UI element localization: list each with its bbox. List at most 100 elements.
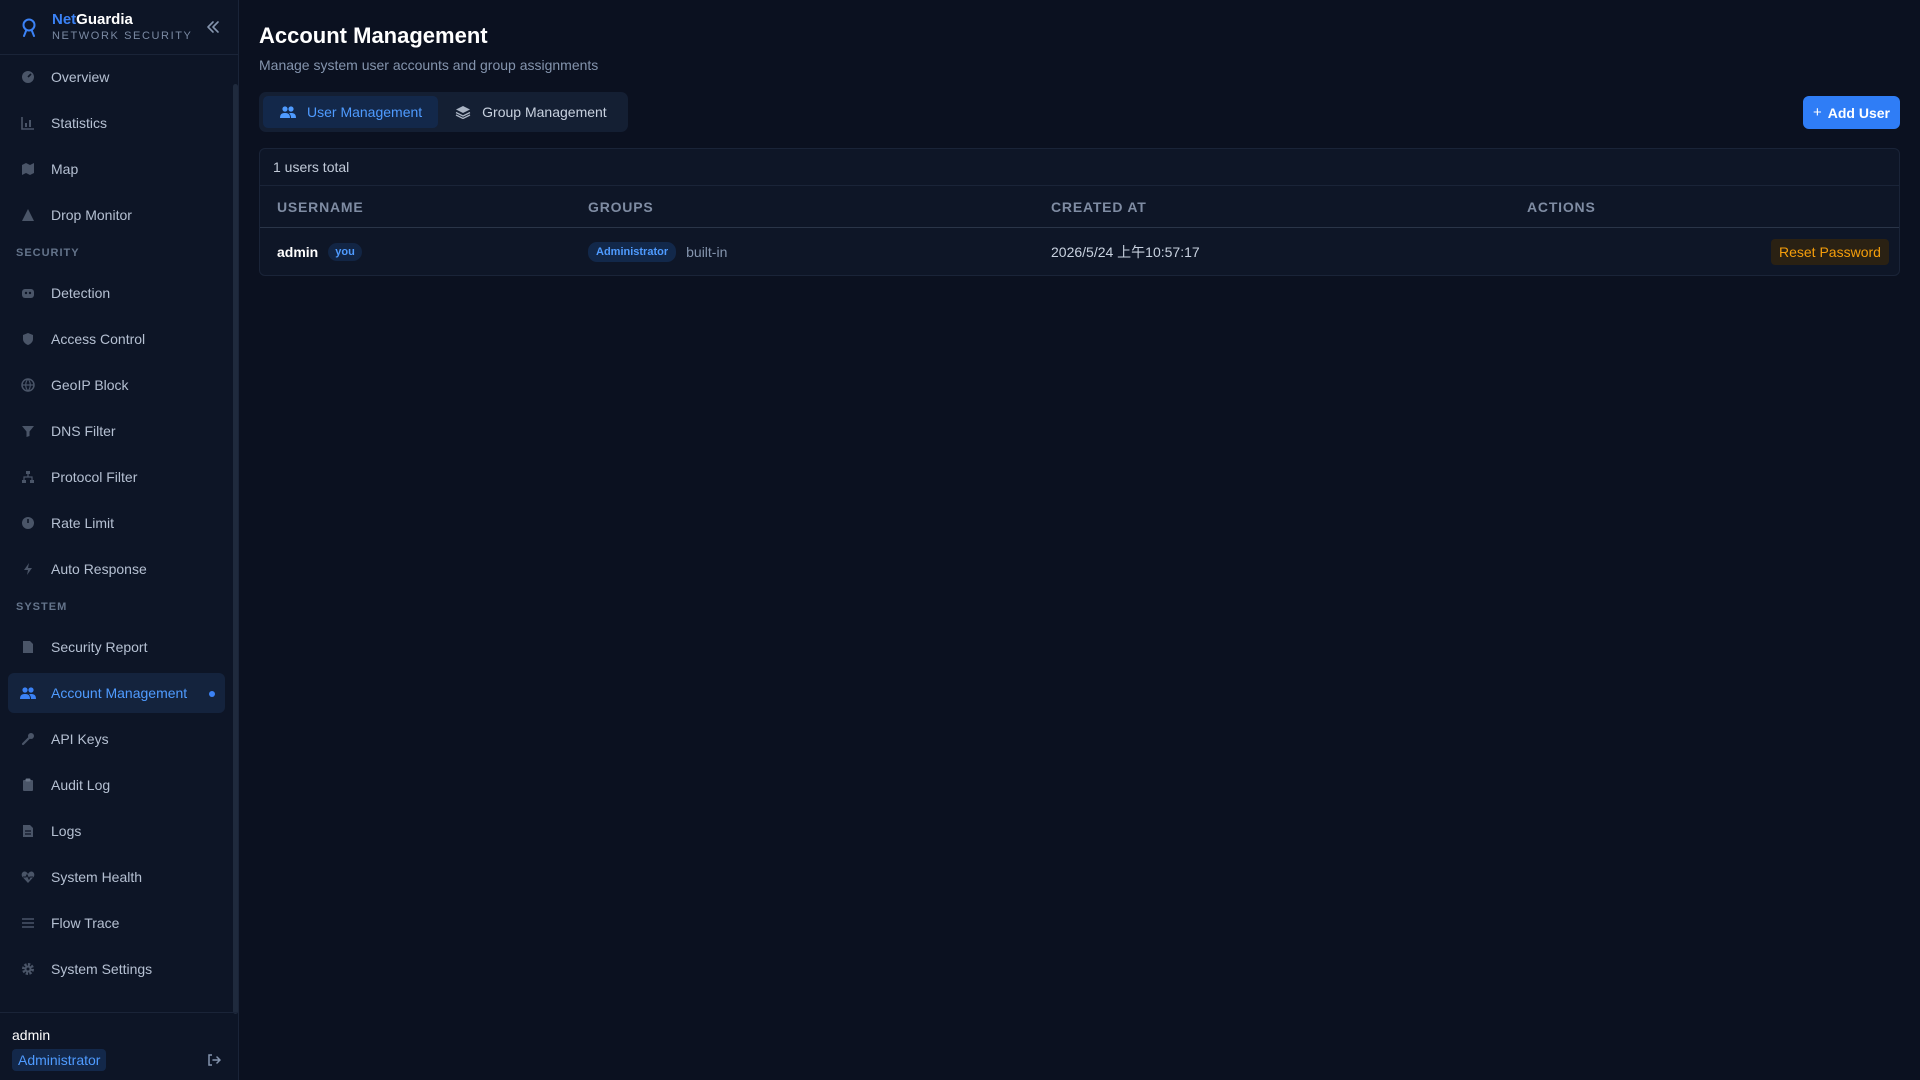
cell-created-at: 2026/5/24 上午10:57:17	[1051, 242, 1200, 262]
users-icon	[279, 104, 297, 120]
sidebar-item-label: GeoIP Block	[51, 377, 129, 393]
sidebar-item-account-management[interactable]: Account Management	[8, 673, 225, 713]
add-user-label: Add User	[1827, 104, 1890, 121]
sidebar-item-detection[interactable]: Detection	[8, 273, 225, 313]
sidebar-item-label: Statistics	[51, 115, 108, 131]
sidebar-item-flow-trace[interactable]: Flow Trace	[8, 903, 225, 943]
page-title: Account Management	[259, 23, 488, 48]
users-icon	[20, 685, 36, 701]
sidebar-item-system-settings[interactable]: System Settings	[8, 949, 225, 989]
group-note: built-in	[686, 244, 728, 260]
sidebar-item-label: Map	[51, 161, 79, 177]
section-label-security: SECURITY	[16, 247, 80, 259]
gauge-icon	[20, 69, 36, 85]
sidebar-item-rate-limit[interactable]: Rate Limit	[8, 503, 225, 543]
bar-chart-icon	[20, 115, 36, 131]
sidebar-item-auto-response[interactable]: Auto Response	[8, 549, 225, 589]
main-content: Account Management Manage system user ac…	[239, 0, 1920, 1080]
sidebar-item-system-health[interactable]: System Health	[8, 857, 225, 897]
sidebar-item-label: Auto Response	[51, 561, 147, 577]
sidebar-item-drop-monitor[interactable]: Drop Monitor	[8, 195, 225, 235]
current-user-name: admin	[12, 1027, 51, 1043]
users-count: 1 users total	[260, 149, 1899, 186]
sidebar: NetGuardia NETWORK SECURITY Overview Sta…	[0, 0, 239, 1080]
sidebar-item-logs[interactable]: Logs	[8, 811, 225, 851]
sidebar-item-api-keys[interactable]: API Keys	[8, 719, 225, 759]
sidebar-item-overview[interactable]: Overview	[8, 57, 225, 97]
map-icon	[20, 161, 36, 177]
sidebar-item-protocol-filter[interactable]: Protocol Filter	[8, 457, 225, 497]
sidebar-item-label: Drop Monitor	[51, 207, 132, 223]
sidebar-item-label: Account Management	[51, 685, 188, 701]
sidebar-item-statistics[interactable]: Statistics	[8, 103, 225, 143]
sidebar-item-label: System Settings	[51, 961, 153, 977]
sidebar-item-label: API Keys	[51, 731, 109, 747]
username: admin	[277, 244, 319, 260]
created-at-value: 2026/5/24 上午10:57:17	[1051, 244, 1200, 260]
add-user-button[interactable]: + Add User	[1803, 96, 1900, 129]
layers-icon	[454, 104, 472, 120]
current-user-role-badge: Administrator	[12, 1049, 107, 1071]
table-header: USERNAME GROUPS CREATED AT ACTIONS	[260, 186, 1899, 228]
current-user-panel: admin Administrator	[0, 1012, 238, 1080]
sidebar-item-label: Access Control	[51, 331, 146, 347]
sidebar-item-label: Security Report	[51, 639, 148, 655]
header-created-at: CREATED AT	[1051, 198, 1147, 215]
group-badge: Administrator	[588, 242, 677, 262]
brand-header: NetGuardia NETWORK SECURITY	[0, 0, 238, 55]
header-actions: ACTIONS	[1527, 198, 1596, 215]
cell-username: admin you	[277, 243, 362, 261]
speedometer-icon	[20, 515, 36, 531]
section-label-system: SYSTEM	[16, 601, 68, 613]
globe-icon	[20, 377, 36, 393]
brand-subtitle: NETWORK SECURITY	[52, 30, 193, 42]
file-icon	[20, 823, 36, 839]
heart-pulse-icon	[20, 869, 36, 885]
brand-name-part1: Net	[52, 11, 77, 28]
sidebar-scrollbar[interactable]	[233, 84, 238, 1014]
active-indicator-dot	[209, 691, 215, 697]
users-table: 1 users total USERNAME GROUPS CREATED AT…	[259, 148, 1900, 276]
clipboard-icon	[20, 777, 36, 793]
header-username: USERNAME	[277, 198, 364, 215]
sidebar-nav: Overview Statistics Map Drop Monitor SEC…	[8, 57, 225, 995]
logout-button[interactable]	[205, 1051, 223, 1069]
list-icon	[20, 915, 36, 931]
sidebar-item-security-report[interactable]: Security Report	[8, 627, 225, 667]
collapse-sidebar-button[interactable]	[203, 17, 223, 37]
sidebar-item-geoip-block[interactable]: GeoIP Block	[8, 365, 225, 405]
robot-icon	[20, 285, 36, 301]
sidebar-item-label: Protocol Filter	[51, 469, 138, 485]
sidebar-item-audit-log[interactable]: Audit Log	[8, 765, 225, 805]
sidebar-item-dns-filter[interactable]: DNS Filter	[8, 411, 225, 451]
sidebar-item-label: Overview	[51, 69, 110, 85]
tab-label: Group Management	[482, 104, 607, 120]
brand-name: NetGuardia	[52, 11, 193, 29]
network-icon	[20, 469, 36, 485]
cell-groups: Administrator built-in	[588, 242, 727, 262]
tab-label: User Management	[307, 104, 423, 120]
warning-icon	[20, 207, 36, 223]
app-root: NetGuardia NETWORK SECURITY Overview Sta…	[0, 0, 1920, 1080]
sidebar-item-label: Detection	[51, 285, 111, 301]
sidebar-item-label: DNS Filter	[51, 423, 116, 439]
sidebar-item-label: Flow Trace	[51, 915, 120, 931]
brand-name-part2: Guardia	[76, 11, 133, 28]
tab-group-management[interactable]: Group Management	[438, 96, 623, 128]
sidebar-item-label: Audit Log	[51, 777, 111, 793]
tab-user-management[interactable]: User Management	[263, 96, 439, 128]
shield-logo-icon	[18, 16, 40, 38]
you-badge: you	[328, 243, 362, 261]
document-icon	[20, 639, 36, 655]
sidebar-item-label: Rate Limit	[51, 515, 115, 531]
sidebar-item-access-control[interactable]: Access Control	[8, 319, 225, 359]
brand-text: NetGuardia NETWORK SECURITY	[52, 11, 193, 43]
bolt-icon	[20, 561, 36, 577]
gear-icon	[20, 961, 36, 977]
tab-bar: User Management Group Management	[259, 92, 628, 132]
key-icon	[20, 731, 36, 747]
page-subtitle: Manage system user accounts and group as…	[259, 57, 599, 73]
plus-icon: +	[1813, 104, 1822, 121]
reset-password-button[interactable]: Reset Password	[1771, 239, 1889, 265]
sidebar-item-map[interactable]: Map	[8, 149, 225, 189]
